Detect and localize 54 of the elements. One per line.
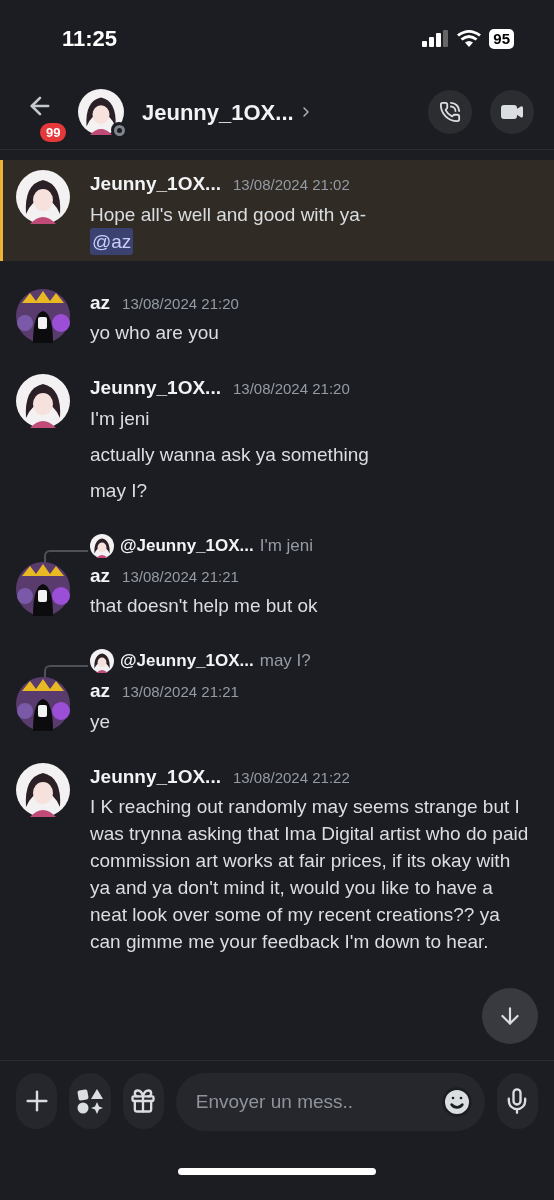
- battery-indicator: 95: [489, 28, 514, 49]
- conversation-title[interactable]: Jeunny_1OX...: [142, 95, 294, 129]
- author-name: Jeunny_1OX...: [90, 376, 221, 400]
- signal-icon: [422, 30, 450, 47]
- avatar: [90, 649, 114, 673]
- message-text: ye: [90, 709, 112, 734]
- gift-button[interactable]: [122, 1073, 164, 1129]
- message-text: may I?: [90, 478, 149, 503]
- scroll-down-button[interactable]: [482, 988, 538, 1044]
- avatar: [16, 374, 70, 428]
- emoji-icon[interactable]: [440, 1086, 473, 1118]
- timestamp: 13/08/2024 21:20: [232, 379, 350, 399]
- offline-status-icon: [111, 122, 127, 138]
- timestamp: 13/08/2024 21:20: [122, 293, 239, 314]
- author-name: Jeunny_1OX...: [90, 172, 221, 196]
- message-text: Hope all's well and good with ya-: [90, 202, 367, 227]
- avatar: [16, 677, 70, 731]
- message-input[interactable]: Envoyer un mess..: [195, 1087, 441, 1117]
- author-name: az: [90, 563, 111, 588]
- timestamp: 13/08/2024 21:22: [232, 767, 350, 788]
- wifi-icon: [457, 30, 482, 47]
- message-text: actually wanna ask ya something: [90, 442, 369, 467]
- reply-preview: may I?: [259, 650, 311, 673]
- reply-preview: I'm jeni: [259, 534, 314, 557]
- microphone-button[interactable]: [496, 1073, 538, 1129]
- message-text: I'm jeni: [90, 406, 151, 431]
- timestamp: 13/08/2024 21:21: [122, 566, 239, 587]
- avatar: [16, 561, 70, 616]
- phone-icon[interactable]: [439, 101, 461, 123]
- message-text: I K reaching out randomly may seems strange but I was trynna asking that Ima Digital artist who do paid commission art works at fair prices, if its okay with ya and ya don't mind it, would you like to have a neat look over some of my recent creations?? ya can gimme me your feedback I'm down to hear.: [90, 795, 530, 954]
- shapes-icon[interactable]: [75, 1087, 104, 1115]
- reply-author: @Jeunny_1OX...: [120, 650, 254, 673]
- clock: 11:25: [62, 25, 118, 53]
- gift-icon[interactable]: [129, 1087, 158, 1115]
- avatar: [16, 170, 70, 224]
- apps-button[interactable]: [69, 1073, 111, 1129]
- avatar: [16, 288, 70, 343]
- author-name: Jeunny_1OX...: [90, 764, 221, 789]
- add-button[interactable]: [16, 1073, 58, 1129]
- author-name: az: [90, 290, 111, 315]
- timestamp: 13/08/2024 21:02: [232, 175, 350, 195]
- message-composer[interactable]: Envoyer un mess..: [175, 1073, 485, 1131]
- avatar: [78, 89, 124, 135]
- author-name: az: [90, 679, 111, 703]
- video-call-button[interactable]: [490, 90, 534, 134]
- voice-call-button[interactable]: [428, 90, 472, 134]
- avatar: [90, 533, 114, 558]
- mention[interactable]: @az: [90, 227, 134, 255]
- avatar: [16, 762, 70, 817]
- message-text: that doesn't help me but ok: [90, 594, 318, 618]
- reply-author: @Jeunny_1OX...: [120, 534, 254, 557]
- message-text: yo who are you: [90, 321, 220, 345]
- timestamp: 13/08/2024 21:21: [122, 682, 239, 702]
- unread-badge: 99: [38, 121, 69, 144]
